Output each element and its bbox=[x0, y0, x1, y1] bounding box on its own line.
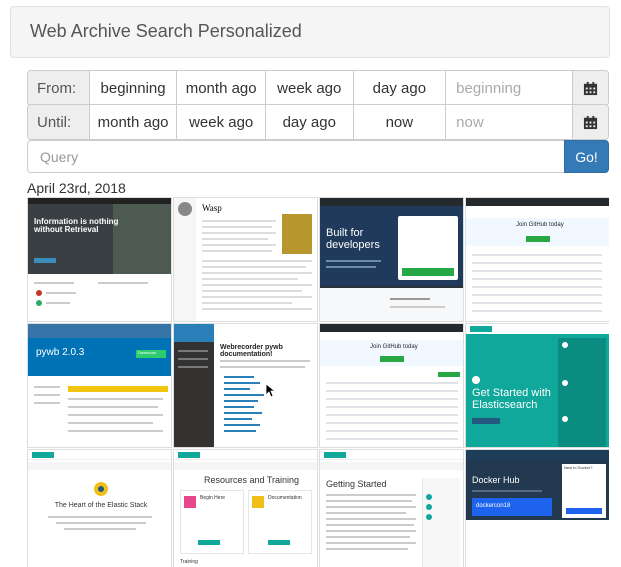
thumbnail-title: Wasp bbox=[202, 203, 222, 213]
until-calendar-button[interactable] bbox=[573, 105, 608, 139]
until-option-day-ago[interactable]: day ago bbox=[265, 105, 354, 139]
thumbnail-title: Information is nothing without Retrieval bbox=[34, 217, 119, 235]
new-to-docker-label: New to Docker? bbox=[564, 465, 593, 470]
until-option-month-ago[interactable]: month ago bbox=[89, 105, 178, 139]
app-title[interactable]: Web Archive Search Personalized bbox=[30, 21, 302, 42]
from-date-input[interactable] bbox=[446, 71, 574, 105]
thumbnail-title: Docker Hub bbox=[472, 475, 520, 485]
calendar-icon bbox=[584, 81, 598, 95]
thumbnail-elastic-heart[interactable]: The Heart of the Elastic Stack bbox=[27, 449, 172, 567]
thumbnail-title: Webrecorder pywb documentation! bbox=[220, 344, 283, 359]
mouse-cursor-icon bbox=[266, 384, 276, 398]
thumbnail-grid: Information is nothing without Retrieval… bbox=[27, 197, 609, 567]
thumbnail-title: Join GitHub today bbox=[370, 344, 418, 350]
from-option-day-ago[interactable]: day ago bbox=[353, 71, 447, 105]
date-heading: April 23rd, 2018 bbox=[27, 180, 126, 196]
until-option-week-ago[interactable]: week ago bbox=[177, 105, 266, 139]
from-calendar-button[interactable] bbox=[573, 71, 608, 105]
thumbnail-title: Join GitHub today bbox=[516, 222, 564, 228]
thumbnail-title: Getting Started bbox=[326, 479, 387, 489]
until-label: Until: bbox=[28, 105, 90, 139]
thumbnail-elastic-get-started[interactable]: Get Started with Elasticsearch bbox=[465, 323, 609, 448]
documentation-label: Documentation bbox=[268, 495, 302, 501]
go-button[interactable]: Go! bbox=[564, 140, 609, 173]
thumbnail-docker-hub[interactable]: Docker Hub dockercon18 New to Docker? bbox=[465, 449, 609, 567]
thumbnail-github-built-for-developers[interactable]: Built for developers bbox=[319, 197, 464, 322]
training-label: Training bbox=[180, 559, 198, 565]
begin-here-label: Begin Here bbox=[200, 495, 226, 501]
thumbnail-getting-started[interactable]: Getting Started bbox=[319, 449, 464, 567]
from-option-month-ago[interactable]: month ago bbox=[177, 71, 266, 105]
navbar: Web Archive Search Personalized bbox=[10, 6, 610, 58]
thumbnail-wasp-wikipedia[interactable]: Wasp bbox=[173, 197, 318, 322]
thumbnail-title: pywb 2.0.3 bbox=[36, 347, 85, 358]
thumbnail-pywb-docs[interactable]: Webrecorder pywb documentation! bbox=[173, 323, 318, 448]
thumbnail-github-join-today[interactable]: Join GitHub today bbox=[465, 197, 609, 322]
thumbnail-information-retrieval[interactable]: Information is nothing without Retrieval bbox=[27, 197, 172, 322]
from-option-beginning[interactable]: beginning bbox=[89, 71, 178, 105]
from-option-week-ago[interactable]: week ago bbox=[265, 71, 354, 105]
from-label: From: bbox=[28, 71, 90, 105]
until-date-input[interactable] bbox=[446, 105, 574, 139]
thumbnail-title: Built for developers bbox=[326, 227, 380, 251]
download-label: Download bbox=[138, 350, 156, 355]
calendar-icon bbox=[584, 115, 598, 129]
docker-badge: dockercon18 bbox=[476, 503, 511, 509]
thumbnail-resources-training[interactable]: Resources and Training Begin Here Docume… bbox=[173, 449, 318, 567]
from-row: From: beginning month ago week ago day a… bbox=[27, 70, 609, 106]
thumbnail-title: The Heart of the Elastic Stack bbox=[54, 502, 148, 509]
search-input[interactable] bbox=[27, 140, 564, 173]
search-bar: Go! bbox=[27, 140, 609, 173]
until-row: Until: month ago week ago day ago now bbox=[27, 104, 609, 140]
thumbnail-title: Resources and Training bbox=[204, 475, 300, 485]
thumbnail-github-join-today-2[interactable]: Join GitHub today bbox=[319, 323, 464, 448]
thumbnail-title: Get Started with Elasticsearch bbox=[472, 387, 551, 411]
until-option-now[interactable]: now bbox=[353, 105, 447, 139]
thumbnail-pypi-pywb[interactable]: pywb 2.0.3 Download bbox=[27, 323, 172, 448]
